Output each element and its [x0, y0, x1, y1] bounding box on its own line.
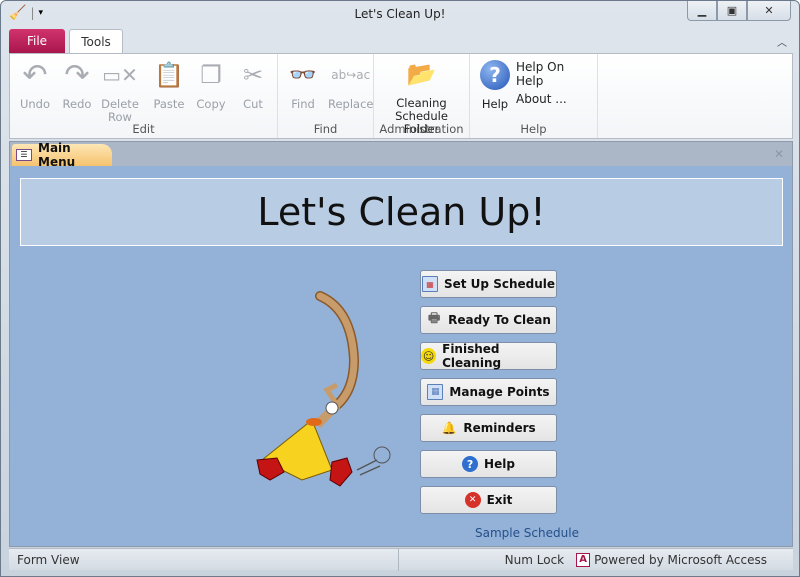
tab-tools[interactable]: Tools: [69, 29, 123, 54]
bell-icon: 🔔: [441, 421, 457, 435]
tab-file[interactable]: File: [9, 29, 65, 53]
redo-icon: ↷: [64, 57, 90, 93]
copy-icon: ❐: [200, 60, 222, 89]
document-area: ☰ Main Menu ✕ Let's Clean Up! ▦ Set Up Sc…: [9, 141, 793, 547]
close-document-icon[interactable]: ✕: [774, 147, 784, 161]
window-title: Let's Clean Up!: [354, 7, 446, 21]
group-label-edit: Edit: [132, 122, 155, 136]
group-edit: ↶ Undo ↷ Redo ▭✕ Delete Row 📋 Paste ❐ Copy ✂ C…: [10, 54, 278, 138]
group-label-administration: Administration: [379, 122, 464, 136]
status-bar: Form View Num Lock A Powered by Microsoft…: [9, 548, 793, 571]
reminders-button[interactable]: 🔔 Reminders: [420, 414, 557, 442]
minimize-button[interactable]: ▁: [687, 1, 717, 21]
help-icon: ?: [478, 58, 512, 92]
exit-icon: ✕: [464, 492, 481, 508]
exit-button[interactable]: ✕ Exit: [420, 486, 557, 514]
set-up-schedule-button[interactable]: ▦ Set Up Schedule: [420, 270, 557, 298]
group-label-help: Help: [520, 122, 547, 136]
about-button[interactable]: About ...: [516, 92, 593, 106]
finished-cleaning-button[interactable]: ☺ Finished Cleaning: [420, 342, 557, 370]
table-icon: ▦: [427, 384, 444, 400]
tab-main-menu[interactable]: ☰ Main Menu: [12, 141, 112, 169]
smiley-icon: ☺: [421, 348, 437, 364]
group-administration: 📂 Cleaning Schedule Folder Administration: [374, 54, 470, 138]
binoculars-icon: 👓: [289, 62, 317, 88]
folder-icon: 📂: [406, 60, 437, 88]
scissors-icon: ✂: [242, 60, 264, 89]
ribbon-tabs: File Tools: [9, 29, 123, 54]
powered-by: A Powered by Microsoft Access: [576, 552, 767, 567]
sample-schedule-link[interactable]: Sample Schedule: [475, 526, 579, 540]
group-label-find: Find: [313, 122, 338, 136]
replace-icon: ab↪ac: [331, 67, 371, 82]
delete-row-icon: ▭✕: [102, 62, 138, 87]
maximize-button[interactable]: ▣: [717, 1, 747, 21]
paste-icon: 📋: [154, 60, 184, 89]
undo-icon: ↶: [22, 57, 48, 93]
ribbon: ↶ Undo ↷ Redo ▭✕ Delete Row 📋 Paste ❐ Copy ✂ C…: [9, 53, 793, 139]
main-menu-form: Let's Clean Up! ▦ Set Up Schedule 🖶 Ready …: [10, 166, 792, 546]
group-help: ? Help Help On Help About ... Help: [470, 54, 598, 138]
help-icon: ?: [462, 456, 479, 472]
app-window: 🧹 | ▾ Let's Clean Up! ▁ ▣ ✕ File Tools ︿…: [0, 0, 800, 577]
close-button[interactable]: ✕: [747, 1, 791, 21]
printer-icon: 🖶: [427, 311, 441, 326]
view-status: Form View: [9, 548, 399, 571]
form-icon: ☰: [16, 149, 32, 161]
broom-mascot-image: [256, 291, 391, 487]
help-on-help-button[interactable]: Help On Help: [516, 60, 593, 88]
group-find: 👓 Find ab↪ac Replace Find: [278, 54, 374, 138]
banner-title: Let's Clean Up!: [20, 178, 783, 246]
num-lock-indicator: Num Lock: [504, 552, 565, 567]
manage-points-button[interactable]: ▦ Manage Points: [420, 378, 557, 406]
title-bar: 🧹 | ▾ Let's Clean Up! ▁ ▣ ✕: [1, 1, 799, 27]
access-logo-icon: A: [576, 552, 591, 567]
ready-to-clean-button[interactable]: 🖶 Ready To Clean: [420, 306, 557, 334]
collapse-ribbon-icon[interactable]: ︿: [777, 34, 787, 49]
help-button[interactable]: ? Help: [420, 450, 557, 478]
calendar-icon: ▦: [421, 276, 438, 292]
